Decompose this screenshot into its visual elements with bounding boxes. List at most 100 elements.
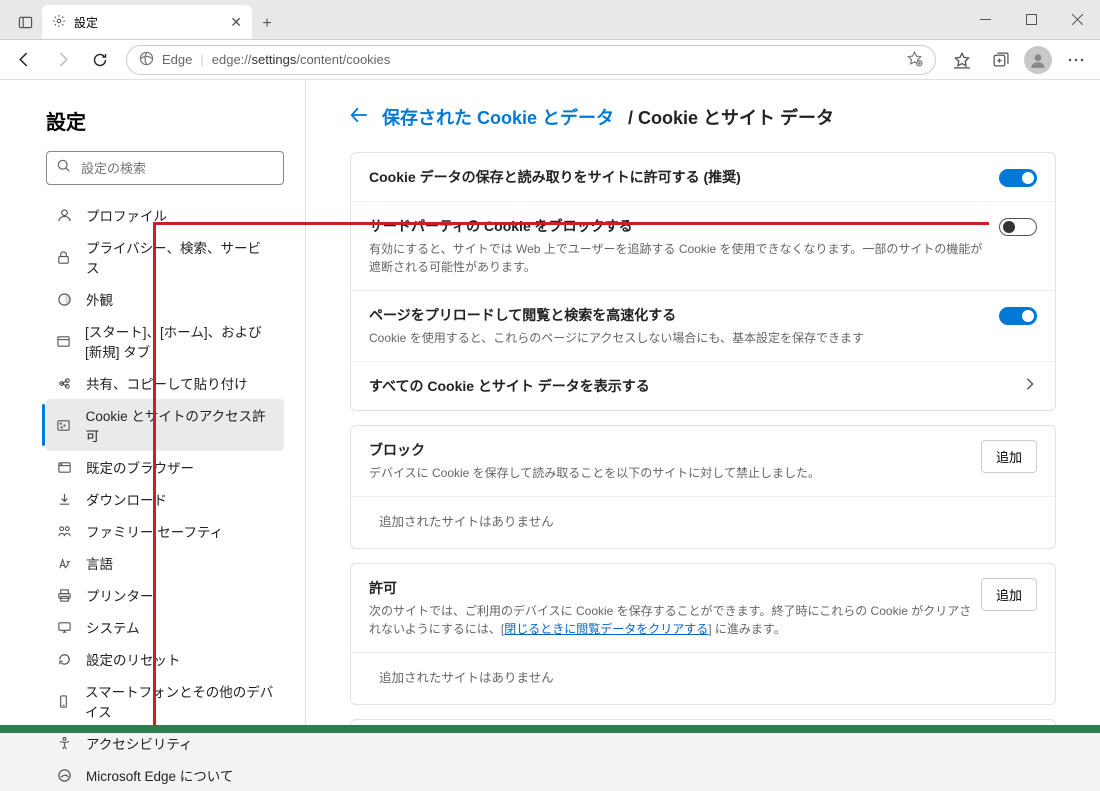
back-button[interactable]	[6, 44, 42, 76]
favorite-icon[interactable]	[906, 50, 923, 70]
reset-icon	[56, 652, 72, 667]
profile-button[interactable]	[1020, 44, 1056, 76]
forward-button[interactable]	[44, 44, 80, 76]
appearance-icon	[56, 292, 72, 307]
allow-card: 許可 次のサイトでは、ご利用のデバイスに Cookie を保存することができます…	[350, 563, 1056, 705]
settings-sidebar: 設定 プロファイルプライバシー、検索、サービス外観 [スタート]、[ホーム]、およ…	[0, 80, 306, 733]
settings-search[interactable]	[46, 151, 284, 185]
share-icon	[56, 376, 72, 391]
sidebar-item-label: ファミリー セーフティ	[86, 521, 223, 541]
block-desc: デバイスに Cookie を保存して読み取ることを以下のサイトに対して禁止しまし…	[369, 464, 981, 482]
sidebar-item-profile[interactable]: プロファイル	[46, 199, 284, 231]
sidebar-item-label: Microsoft Edge について	[86, 765, 233, 785]
window-controls	[962, 0, 1100, 39]
sidebar-item-family[interactable]: ファミリー セーフティ	[46, 515, 284, 547]
allow-add-button[interactable]: 追加	[981, 578, 1037, 611]
allow-empty: 追加されたサイトはありません	[351, 653, 1055, 704]
sidebar-item-label: システム	[86, 617, 140, 637]
annotation-bottom-bar	[0, 725, 1100, 733]
sidebar-item-system[interactable]: システム	[46, 611, 284, 643]
sidebar-item-label: 既定のブラウザー	[86, 457, 194, 477]
close-window-button[interactable]	[1054, 0, 1100, 39]
close-tab-icon[interactable]: ✕	[230, 14, 242, 31]
edge-label: Edge	[162, 52, 192, 67]
tab-strip: 設定 ✕ +	[0, 0, 282, 39]
allow-title: 許可	[369, 578, 981, 598]
gear-icon	[52, 14, 66, 31]
sidebar-item-label: ダウンロード	[86, 489, 167, 509]
block-empty: 追加されたサイトはありません	[351, 497, 1055, 548]
sidebar-item-privacy[interactable]: プライバシー、検索、サービス	[46, 231, 284, 283]
maximize-button[interactable]	[1008, 0, 1054, 39]
block-add-button[interactable]: 追加	[981, 440, 1037, 473]
chevron-right-icon	[1023, 377, 1037, 396]
minimize-button[interactable]	[962, 0, 1008, 39]
start-icon	[56, 334, 71, 349]
sidebar-item-printer[interactable]: プリンター	[46, 579, 284, 611]
sidebar-item-appearance[interactable]: 外観	[46, 283, 284, 315]
sidebar-item-reset[interactable]: 設定のリセット	[46, 643, 284, 675]
new-tab-button[interactable]: +	[252, 9, 282, 39]
menu-button[interactable]	[1058, 44, 1094, 76]
edge-icon	[139, 51, 154, 69]
tab-title: 設定	[74, 14, 98, 31]
sidebar-heading: 設定	[46, 106, 287, 135]
phone-icon	[56, 694, 71, 709]
toggle-preload[interactable]	[999, 307, 1037, 325]
browser-icon	[56, 460, 72, 475]
tab-list-button[interactable]	[8, 5, 42, 39]
favorites-button[interactable]	[944, 44, 980, 76]
allow-header: 許可 次のサイトでは、ご利用のデバイスに Cookie を保存することができます…	[351, 564, 1055, 653]
sidebar-item-lang[interactable]: 言語	[46, 547, 284, 579]
row-desc: 有効にすると、サイトでは Web 上でユーザーを追跡する Cookie を使用で…	[369, 240, 987, 276]
sidebar-item-label: スマートフォンとその他のデバイス	[85, 681, 274, 721]
browser-tab[interactable]: 設定 ✕	[42, 5, 252, 39]
sidebar-item-label: 設定のリセット	[86, 649, 181, 669]
system-icon	[56, 620, 72, 635]
refresh-button[interactable]	[82, 44, 118, 76]
address-bar[interactable]: Edge | edge://settings/content/cookies	[126, 45, 936, 75]
row-title: サードパーティの Cookie をブロックする	[369, 216, 987, 236]
sidebar-item-browser[interactable]: 既定のブラウザー	[46, 451, 284, 483]
row-view-all-cookies[interactable]: すべての Cookie とサイト データを表示する	[351, 362, 1055, 410]
a11y-icon	[56, 736, 72, 751]
printer-icon	[56, 588, 72, 603]
sidebar-item-label: プリンター	[86, 585, 154, 605]
sidebar-item-start[interactable]: [スタート]、[ホーム]、および [新規] タブ	[46, 315, 284, 367]
family-icon	[56, 524, 72, 539]
block-header: ブロック デバイスに Cookie を保存して読み取ることを以下のサイトに対して…	[351, 426, 1055, 497]
sidebar-item-label: [スタート]、[ホーム]、および [新規] タブ	[85, 321, 274, 361]
cookie-icon	[56, 418, 72, 433]
lang-icon	[56, 556, 72, 571]
sidebar-item-label: 共有、コピーして貼り付け	[86, 373, 248, 393]
row-block-thirdparty: サードパーティの Cookie をブロックする 有効にすると、サイトでは Web…	[351, 202, 1055, 291]
row-allow-cookies: Cookie データの保存と読み取りをサイトに許可する (推奨)	[351, 153, 1055, 202]
about-icon	[56, 768, 72, 783]
privacy-icon	[56, 250, 72, 265]
toolbar: Edge | edge://settings/content/cookies	[0, 40, 1100, 80]
row-title: ページをプリロードして閲覧と検索を高速化する	[369, 305, 987, 325]
url-text: edge://settings/content/cookies	[212, 52, 391, 67]
toggle-allow-cookies[interactable]	[999, 169, 1037, 187]
titlebar: 設定 ✕ +	[0, 0, 1100, 40]
collections-button[interactable]	[982, 44, 1018, 76]
address-separator: |	[200, 52, 203, 67]
sidebar-item-download[interactable]: ダウンロード	[46, 483, 284, 515]
settings-nav: プロファイルプライバシー、検索、サービス外観 [スタート]、[ホーム]、および […	[46, 199, 284, 791]
block-card: ブロック デバイスに Cookie を保存して読み取ることを以下のサイトに対して…	[350, 425, 1056, 549]
sidebar-item-about[interactable]: Microsoft Edge について	[46, 759, 284, 791]
download-icon	[56, 492, 72, 507]
sidebar-item-cookie[interactable]: Cookie とサイトのアクセス許可	[46, 399, 284, 451]
breadcrumb: 保存された Cookie とデータ / Cookie とサイト データ	[350, 104, 1056, 130]
block-title: ブロック	[369, 440, 981, 460]
address-actions	[906, 50, 923, 70]
search-icon	[57, 159, 71, 178]
breadcrumb-back-icon[interactable]	[350, 106, 368, 129]
sidebar-item-share[interactable]: 共有、コピーして貼り付け	[46, 367, 284, 399]
sidebar-item-label: Cookie とサイトのアクセス許可	[86, 405, 274, 445]
sidebar-item-phone[interactable]: スマートフォンとその他のデバイス	[46, 675, 284, 727]
breadcrumb-link[interactable]: 保存された Cookie とデータ	[382, 104, 614, 130]
clear-on-close-link[interactable]: 閉じるときに閲覧データをクリアする	[504, 622, 708, 636]
search-input[interactable]	[81, 161, 273, 176]
toggle-block-thirdparty[interactable]	[999, 218, 1037, 236]
